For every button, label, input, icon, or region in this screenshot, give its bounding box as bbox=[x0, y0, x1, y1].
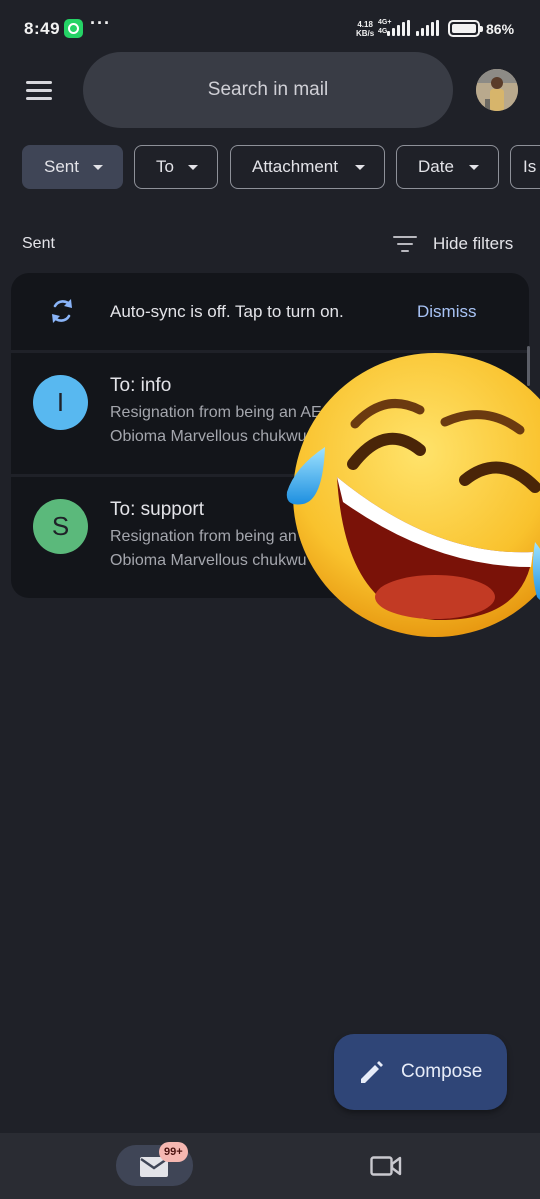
sender-avatar: S bbox=[33, 499, 88, 554]
video-camera-icon[interactable] bbox=[370, 1155, 402, 1177]
filter-chips: Sent To Attachment Date Is bbox=[0, 145, 540, 189]
gmail-screen: 8:49 ··· 4.18 KB/s 4G+ 4G 86% Search in ma… bbox=[0, 0, 540, 1199]
email-recipient: To: info bbox=[110, 375, 172, 396]
whatsapp-icon bbox=[64, 19, 83, 38]
compose-label: Compose bbox=[401, 1061, 483, 1082]
search-bar[interactable]: Search in mail bbox=[83, 52, 453, 128]
sender-avatar: I bbox=[33, 375, 88, 430]
battery-percent: 86% bbox=[486, 21, 515, 37]
chip-is[interactable]: Is bbox=[510, 145, 540, 189]
chevron-down-icon bbox=[469, 165, 479, 170]
status-bar: 8:49 ··· 4.18 KB/s 4G+ 4G 86% bbox=[0, 0, 540, 58]
compose-button[interactable]: Compose bbox=[334, 1034, 507, 1110]
status-time: 8:49 bbox=[24, 19, 61, 38]
search-placeholder: Search in mail bbox=[207, 79, 329, 100]
signal-icon bbox=[387, 20, 413, 36]
chip-label: Attachment bbox=[252, 157, 338, 176]
auto-sync-banner[interactable]: Auto-sync is off. Tap to turn on. Dismis… bbox=[11, 273, 529, 350]
signal-icon bbox=[416, 20, 442, 36]
auto-sync-message: Auto-sync is off. Tap to turn on. bbox=[110, 302, 344, 321]
email-recipient: To: support bbox=[110, 499, 204, 520]
chevron-down-icon bbox=[355, 165, 365, 170]
section-title: Sent bbox=[22, 235, 55, 252]
chevron-down-icon bbox=[188, 165, 198, 170]
account-avatar[interactable] bbox=[476, 69, 518, 111]
bottom-nav: 99+ bbox=[0, 1133, 540, 1199]
chip-sent[interactable]: Sent bbox=[22, 145, 123, 189]
hide-filters-button[interactable]: Hide filters bbox=[393, 230, 513, 258]
unread-badge: 99+ bbox=[159, 1142, 188, 1162]
dismiss-button[interactable]: Dismiss bbox=[417, 302, 477, 322]
chip-label: To bbox=[156, 157, 174, 176]
pencil-icon bbox=[361, 1061, 383, 1083]
notification-more-icon: ··· bbox=[90, 13, 111, 33]
menu-icon[interactable] bbox=[26, 81, 52, 101]
chip-to[interactable]: To bbox=[134, 145, 218, 189]
chip-date[interactable]: Date bbox=[396, 145, 499, 189]
sync-icon bbox=[52, 299, 72, 323]
laughing-tears-emoji-icon bbox=[286, 353, 540, 637]
email-snippet: Obioma Marvellous chukwu bbox=[110, 428, 307, 445]
filter-list-icon bbox=[393, 235, 417, 253]
chip-attachment[interactable]: Attachment bbox=[230, 145, 385, 189]
chevron-down-icon bbox=[93, 165, 103, 170]
hide-filters-label: Hide filters bbox=[433, 234, 514, 253]
chip-label: Date bbox=[418, 157, 454, 176]
battery-icon bbox=[448, 20, 483, 37]
email-snippet: Obioma Marvellous chukwu bbox=[110, 552, 307, 569]
nav-mail-tab[interactable]: 99+ bbox=[116, 1142, 193, 1186]
network-speed: 4.18 KB/s bbox=[356, 20, 375, 38]
chip-label: Is bbox=[523, 157, 537, 176]
chip-label: Sent bbox=[44, 157, 79, 176]
